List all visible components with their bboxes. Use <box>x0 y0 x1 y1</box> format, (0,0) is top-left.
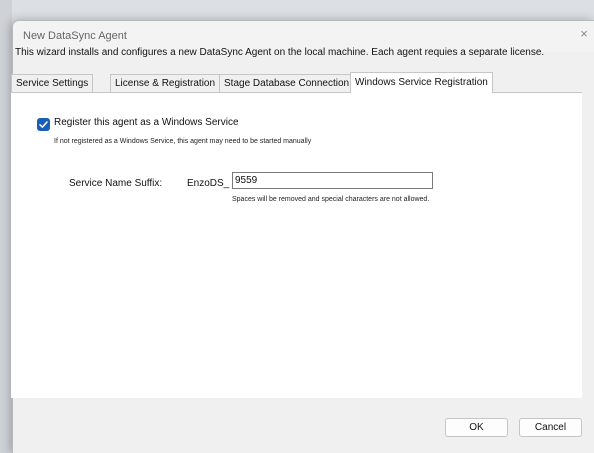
tab-license-registration[interactable]: License & Registration <box>110 74 221 92</box>
service-name-suffix-label: Service Name Suffix: <box>69 178 163 189</box>
tab-service-settings[interactable]: Service Settings <box>11 74 94 92</box>
cancel-button[interactable]: Cancel <box>519 418 582 437</box>
close-icon[interactable]: × <box>576 26 592 42</box>
tab-strip: Service Settings License & Registration … <box>11 72 582 93</box>
register-service-checkbox[interactable] <box>37 118 50 131</box>
tab-windows-service-registration[interactable]: Windows Service Registration <box>350 72 493 93</box>
service-name-suffix-input[interactable] <box>232 172 433 189</box>
intro-text: This wizard installs and configures a ne… <box>15 47 545 58</box>
ok-button[interactable]: OK <box>445 418 508 437</box>
tab-stage-database-connection[interactable]: Stage Database Connection <box>219 74 355 92</box>
checkmark-icon <box>39 121 48 128</box>
register-service-hint: If not registered as a Windows Service, … <box>54 138 312 145</box>
dialog-title: New DataSync Agent <box>23 30 127 42</box>
service-name-prefix: EnzoDS_ <box>187 178 230 189</box>
register-service-label[interactable]: Register this agent as a Windows Service <box>54 117 239 128</box>
service-name-suffix-hint: Spaces will be removed and special chara… <box>232 196 430 203</box>
